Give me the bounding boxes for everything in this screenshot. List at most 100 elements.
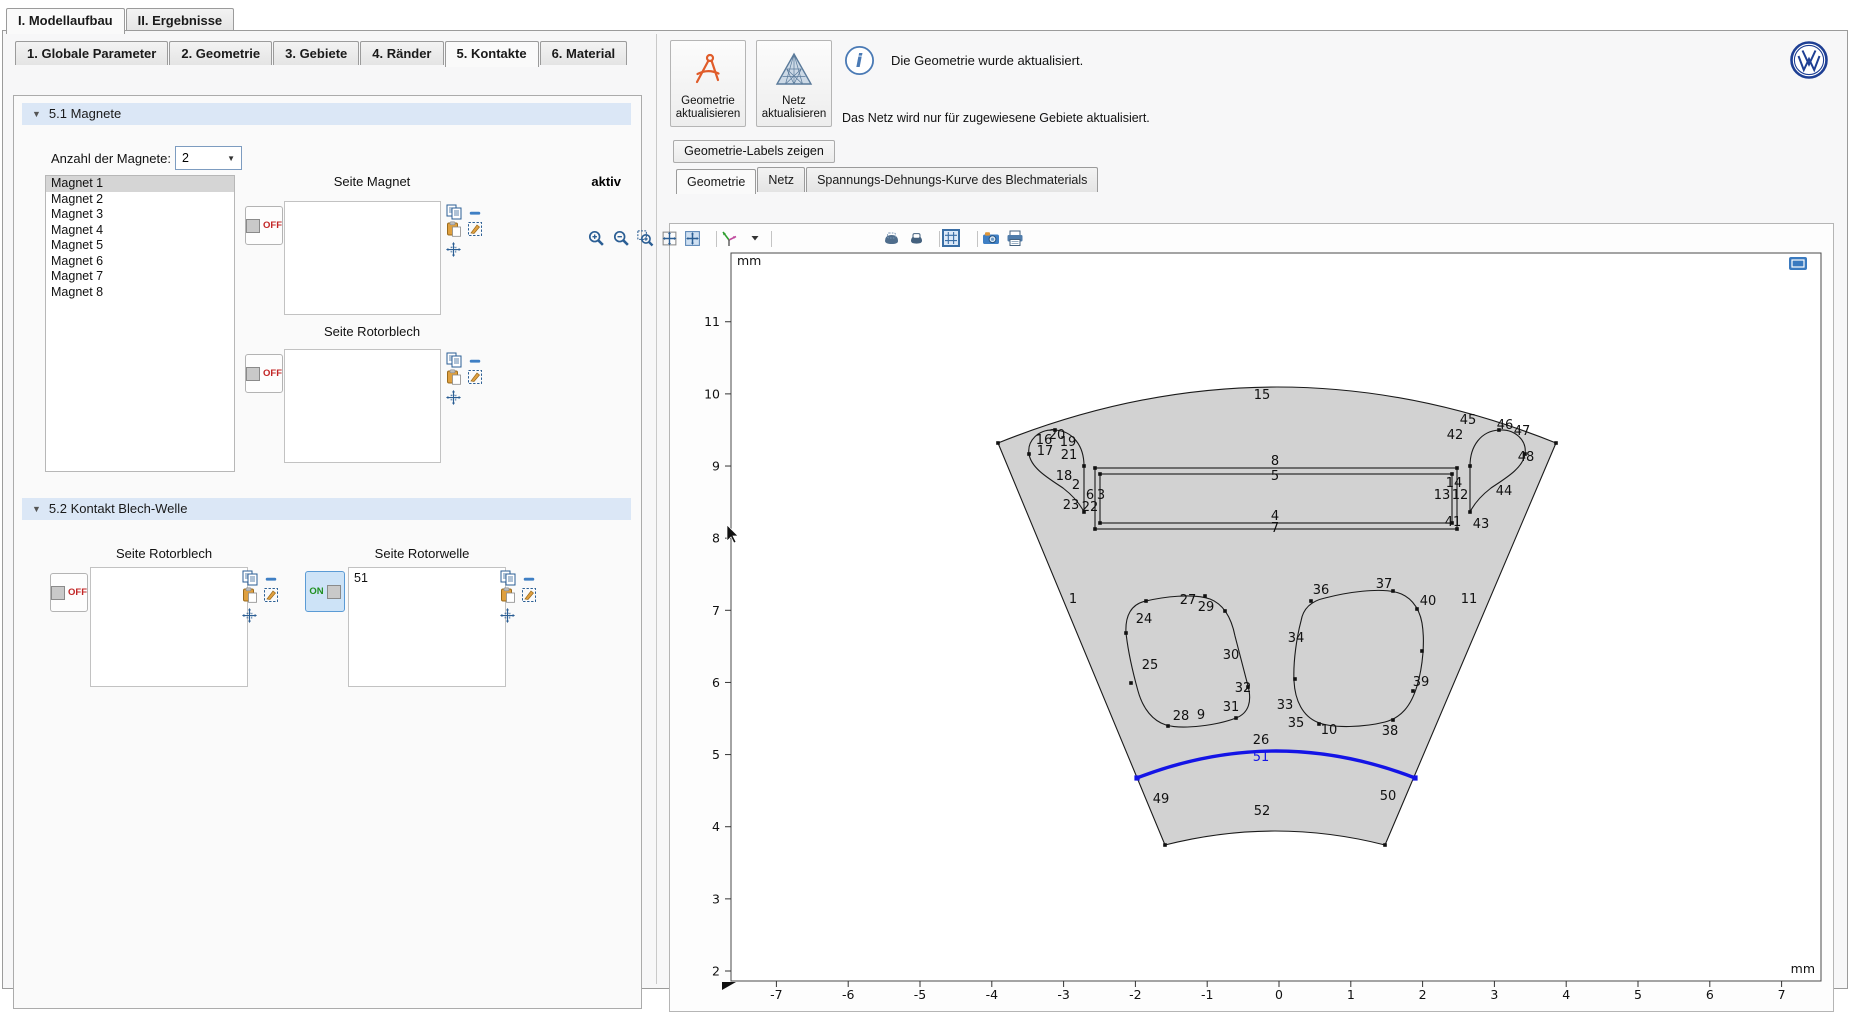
boundary-label-5[interactable]: 5	[1271, 469, 1279, 484]
grid-icon[interactable]	[941, 228, 961, 248]
boundary-label-36[interactable]: 36	[1313, 583, 1330, 598]
clear-selection-icon[interactable]	[263, 587, 279, 608]
plot-settings-icon[interactable]	[1789, 257, 1807, 270]
section-header-magnete[interactable]: ▼5.1 Magnete	[22, 103, 631, 125]
graphics-tab-geometrie[interactable]: Geometrie	[676, 169, 756, 194]
step-tab-3-gebiete[interactable]: 3. Gebiete	[273, 41, 359, 65]
boundary-label-27[interactable]: 27	[1180, 593, 1197, 608]
boundary-label-40[interactable]: 40	[1420, 594, 1437, 609]
magnet-list-item[interactable]: Magnet 7	[46, 269, 234, 285]
boundary-label-24[interactable]: 24	[1136, 612, 1153, 627]
boundary-label-9[interactable]: 9	[1197, 708, 1205, 723]
boundary-label-37[interactable]: 37	[1376, 577, 1393, 592]
boundary-label-15[interactable]: 15	[1254, 388, 1271, 403]
show-geometry-labels-button[interactable]: Geometrie-Labels zeigen	[673, 140, 835, 163]
dropdown-arrow-icon[interactable]	[745, 228, 765, 248]
step-tab-6-material[interactable]: 6. Material	[540, 41, 628, 65]
orientation-axes-icon[interactable]	[719, 228, 739, 248]
paste-icon[interactable]	[500, 587, 516, 608]
zoom-fit-icon[interactable]	[682, 228, 702, 248]
boundary-label-41[interactable]: 41	[1445, 515, 1462, 530]
boundary-label-47[interactable]: 47	[1514, 424, 1531, 439]
step-tab-1-globale-parameter[interactable]: 1. Globale Parameter	[15, 41, 168, 65]
selection-box-seite-rotorblech[interactable]	[284, 349, 441, 463]
step-tab-4-ränder[interactable]: 4. Ränder	[360, 41, 443, 65]
boundary-label-29[interactable]: 29	[1198, 600, 1215, 615]
selection-box-seite-magnet[interactable]	[284, 201, 441, 315]
boundary-label-26[interactable]: 26	[1253, 733, 1270, 748]
boundary-label-44[interactable]: 44	[1496, 484, 1513, 499]
graphics-tab-spannungs-dehnungs-kurve-des-blechmaterials[interactable]: Spannungs-Dehnungs-Kurve des Blechmateri…	[806, 167, 1098, 192]
boundary-label-10[interactable]: 10	[1321, 723, 1338, 738]
graphics-tab-netz[interactable]: Netz	[757, 167, 805, 192]
boundary-label-45[interactable]: 45	[1460, 413, 1477, 428]
toggle-seite-magnet[interactable]: OFF	[245, 206, 283, 245]
boundary-label-39[interactable]: 39	[1413, 675, 1430, 690]
boundary-label-1[interactable]: 1	[1069, 592, 1077, 607]
boundary-label-11[interactable]: 11	[1461, 592, 1478, 607]
boundary-label-18[interactable]: 18	[1056, 469, 1073, 484]
toggle-seite-rotorblech[interactable]: OFF	[245, 354, 283, 393]
boundary-label-30[interactable]: 30	[1223, 648, 1240, 663]
step-tab-5-kontakte[interactable]: 5. Kontakte	[445, 41, 539, 67]
step-tab-2-geometrie[interactable]: 2. Geometrie	[169, 41, 272, 65]
update-geometry-button[interactable]: Geometrieaktualisieren	[670, 40, 746, 127]
zoom-extents-icon[interactable]	[659, 228, 679, 248]
selection-box-kontakt-rotorwelle[interactable]: 51	[348, 567, 506, 687]
boundary-label-52[interactable]: 52	[1254, 804, 1271, 819]
boundary-label-25[interactable]: 25	[1142, 658, 1159, 673]
paste-icon[interactable]	[242, 587, 258, 608]
magnet-list-item[interactable]: Magnet 2	[46, 192, 234, 208]
selected-boundary-label[interactable]: 51	[1253, 750, 1270, 765]
boundary-label-23[interactable]: 23	[1063, 498, 1080, 513]
zoom-selection-icon[interactable]	[242, 608, 257, 628]
paste-icon[interactable]	[446, 369, 462, 390]
camera-icon[interactable]	[981, 228, 1001, 248]
magnet-list-item[interactable]: Magnet 6	[46, 254, 234, 270]
boundary-label-38[interactable]: 38	[1382, 724, 1399, 739]
magnet-list-item[interactable]: Magnet 4	[46, 223, 234, 239]
zoom-in-icon[interactable]	[586, 228, 606, 248]
boundary-label-34[interactable]: 34	[1288, 631, 1305, 646]
boundary-label-8[interactable]: 8	[1271, 454, 1279, 469]
boundary-label-50[interactable]: 50	[1380, 789, 1397, 804]
boundary-label-35[interactable]: 35	[1288, 716, 1305, 731]
geometry-plot[interactable]: -7-6-5-4-3-2-101234567234567891011 15454…	[670, 250, 1831, 1009]
clear-selection-icon[interactable]	[521, 587, 537, 608]
main-tab-i-modellaufbau[interactable]: I. Modellaufbau	[6, 8, 125, 34]
toggle-kontakt-rotorwelle[interactable]: ON	[305, 571, 345, 612]
magnet-list[interactable]: Magnet 1Magnet 2Magnet 3Magnet 4Magnet 5…	[45, 175, 235, 472]
magnet-list-item[interactable]: Magnet 1	[46, 176, 234, 192]
update-mesh-button[interactable]: Netzaktualisieren	[756, 40, 832, 127]
boundary-label-13[interactable]: 13	[1434, 488, 1451, 503]
boundary-label-12[interactable]: 12	[1452, 488, 1469, 503]
snapshot-icon[interactable]	[881, 228, 901, 248]
boundary-label-48[interactable]: 48	[1518, 450, 1535, 465]
boundary-label-7[interactable]: 7	[1271, 521, 1279, 536]
zoom-out-icon[interactable]	[611, 228, 631, 248]
paste-icon[interactable]	[446, 221, 462, 242]
magnet-list-item[interactable]: Magnet 3	[46, 207, 234, 223]
boundary-label-42[interactable]: 42	[1447, 428, 1464, 443]
magnet-count-select[interactable]: 2 ▼	[175, 146, 242, 170]
magnet-list-item[interactable]: Magnet 8	[46, 285, 234, 301]
section-header-kontakt[interactable]: ▼5.2 Kontakt Blech-Welle	[22, 498, 631, 520]
boundary-label-49[interactable]: 49	[1153, 792, 1170, 807]
clear-selection-icon[interactable]	[467, 221, 483, 242]
magnet-list-item[interactable]: Magnet 5	[46, 238, 234, 254]
boundary-label-32[interactable]: 32	[1235, 681, 1252, 696]
boundary-label-21[interactable]: 21	[1061, 448, 1078, 463]
main-tab-ii-ergebnisse[interactable]: II. Ergebnisse	[126, 8, 235, 32]
boundary-label-33[interactable]: 33	[1277, 698, 1294, 713]
print-icon[interactable]	[1005, 228, 1025, 248]
zoom-selection-icon[interactable]	[446, 390, 461, 410]
boundary-label-28[interactable]: 28	[1173, 709, 1190, 724]
boundary-label-22[interactable]: 22	[1082, 500, 1099, 515]
zoom-selection-icon[interactable]	[500, 608, 515, 628]
boundary-label-2[interactable]: 2	[1072, 478, 1080, 493]
toggle-kontakt-rotorblech[interactable]: OFF	[50, 573, 88, 612]
boundary-label-46[interactable]: 46	[1497, 418, 1514, 433]
boundary-label-17[interactable]: 17	[1037, 444, 1054, 459]
zoom-selection-icon[interactable]	[446, 242, 461, 262]
zoom-box-icon[interactable]	[635, 228, 655, 248]
